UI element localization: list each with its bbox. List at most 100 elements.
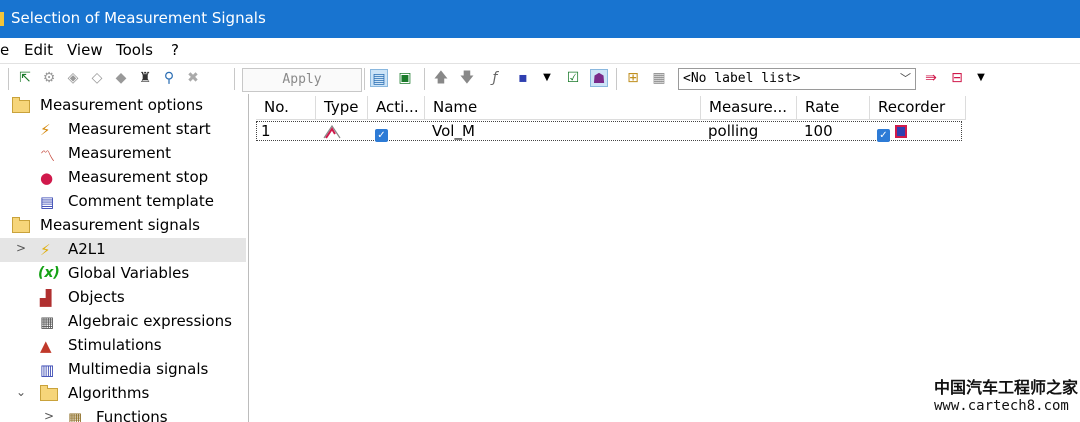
delete-icon[interactable]: ✖: [184, 69, 202, 87]
save-icon[interactable]: ▪: [514, 69, 532, 87]
search-icon[interactable]: ⚲: [160, 69, 178, 87]
percent-view-icon[interactable]: ▣: [396, 69, 414, 87]
title-bar: Selection of Measurement Signals: [0, 0, 1080, 38]
tree-item-stimulations[interactable]: ▲ Stimulations: [0, 334, 246, 358]
measurement-icon: 〽: [40, 147, 56, 165]
tree-item-label: A2L1: [68, 240, 106, 258]
column-header-type[interactable]: Type: [316, 96, 368, 120]
tree-item-label: Measurement options: [40, 96, 203, 114]
signal-type-icon: [323, 123, 341, 143]
expand-chevron-right-icon[interactable]: >: [14, 241, 28, 255]
edit-signal-icon[interactable]: ⚙: [40, 69, 58, 87]
tree-item-measurement-start[interactable]: ⚡ Measurement start: [0, 118, 246, 142]
toolbar-separator: [234, 68, 235, 90]
column-header-recorder[interactable]: Recorder: [870, 96, 966, 120]
tree-item-algebraic-expressions[interactable]: ▦ Algebraic expressions: [0, 310, 246, 334]
active-checkbox[interactable]: ✓: [375, 124, 388, 142]
tree-item-label: Algebraic expressions: [68, 312, 232, 330]
toolbar-separator: [616, 68, 617, 90]
folder-icon: [12, 97, 30, 115]
tree-item-label: Functions: [96, 408, 168, 422]
tree-item-label: Measurement signals: [40, 216, 200, 234]
tree-item-measurement-signals[interactable]: Measurement signals: [0, 214, 246, 238]
add-signal-icon[interactable]: ⇱: [16, 69, 34, 87]
toolbar-separator: [8, 68, 9, 90]
stimulations-icon: ▲: [40, 337, 52, 355]
chevron-down-icon: ﹀: [900, 72, 911, 85]
menu-view[interactable]: View: [67, 41, 103, 59]
watermark-url: www.cartech8.com: [934, 398, 1069, 414]
column-header-name[interactable]: Name: [425, 96, 701, 120]
app-icon: [0, 12, 4, 26]
paste-signal-icon[interactable]: ◆: [112, 69, 130, 87]
label-list-add-icon[interactable]: ⊞: [624, 69, 642, 87]
column-header-no[interactable]: No.: [256, 96, 316, 120]
tree-item-label: Objects: [68, 288, 125, 306]
global-variables-icon: (x): [38, 265, 60, 281]
tree-item-objects[interactable]: ▟ Objects: [0, 286, 246, 310]
signal-name: Vol_M: [432, 122, 475, 140]
menu-bar: e Edit View Tools ?: [0, 39, 1080, 63]
move-up-arrow-icon[interactable]: 🡅: [432, 69, 450, 87]
a2l-icon: ⚡: [40, 241, 51, 259]
collapse-chevron-down-icon[interactable]: ⌄: [14, 385, 28, 399]
measurement-start-icon: ⚡: [40, 121, 51, 139]
tree-item-comment-template[interactable]: ▤ Comment template: [0, 190, 246, 214]
tree-view-toggle-icon[interactable]: ▤: [370, 69, 388, 87]
tree-item-multimedia-signals[interactable]: ▥ Multimedia signals: [0, 358, 246, 382]
window-title: Selection of Measurement Signals: [11, 9, 266, 27]
tree-item-algorithms[interactable]: ⌄ Algorithms: [0, 382, 246, 406]
tree-item-measurement-stop[interactable]: ● Measurement stop: [0, 166, 246, 190]
tree-item-measurement[interactable]: 〽 Measurement: [0, 142, 246, 166]
signal-tree: Measurement options ⚡ Measurement start …: [0, 94, 249, 422]
functions-icon: ▦: [68, 409, 83, 422]
export-icon[interactable]: ⇛: [922, 69, 940, 87]
move-signal-icon[interactable]: ◈: [64, 69, 82, 87]
label-list-value: <No label list>: [683, 71, 801, 86]
record-config-icon[interactable]: ⊟: [948, 69, 966, 87]
tree-item-label: Measurement start: [68, 120, 211, 138]
recorder-save-icon[interactable]: [895, 124, 907, 142]
menu-file[interactable]: e: [0, 41, 9, 59]
user-filter-icon[interactable]: ☗: [590, 69, 608, 87]
function-icon[interactable]: ƒ: [486, 69, 504, 87]
measure-mode: polling: [708, 122, 759, 140]
rate-value: 100: [804, 122, 833, 140]
checkmark-icon: ✓: [877, 129, 890, 142]
tree-item-global-variables[interactable]: (x) Global Variables: [0, 262, 246, 286]
label-list-select[interactable]: <No label list> ﹀: [678, 68, 916, 90]
label-list-edit-icon[interactable]: ▦: [650, 69, 668, 87]
watermark-title: 中国汽车工程师之家: [934, 378, 1079, 397]
save-dropdown-chevron-icon[interactable]: ▼: [538, 69, 556, 87]
table-row[interactable]: 1 ✓ Vol_M polling 100 ✓: [256, 121, 962, 143]
tree-item-label: Algorithms: [68, 384, 150, 402]
toolbar: ⇱ ⚙ ◈ ◇ ◆ ♜ ⚲ ✖ Apply ▤ ▣ 🡅 🡇 ƒ ▪ ▼ ☑ ☗ …: [0, 63, 1080, 94]
toolbar-separator: [364, 68, 365, 90]
expand-chevron-right-icon[interactable]: >: [42, 409, 56, 422]
tree-item-measurement-options[interactable]: Measurement options: [0, 94, 246, 118]
column-header-measure[interactable]: Measure...: [701, 96, 797, 120]
apply-button[interactable]: Apply: [242, 68, 362, 92]
menu-edit[interactable]: Edit: [24, 41, 53, 59]
objects-icon: ▟: [40, 289, 52, 307]
tree-item-label: Measurement stop: [68, 168, 209, 186]
menu-help[interactable]: ?: [171, 41, 179, 59]
column-header-active[interactable]: Acti...: [368, 96, 425, 120]
checkbox-select-icon[interactable]: ☑: [564, 69, 582, 87]
tree-item-label: Global Variables: [68, 264, 190, 282]
copy-signal-icon[interactable]: ◇: [88, 69, 106, 87]
recorder-checkbox[interactable]: ✓: [877, 124, 890, 142]
tree-item-label: Stimulations: [68, 336, 162, 354]
move-down-arrow-icon[interactable]: 🡇: [458, 69, 476, 87]
row-no: 1: [261, 122, 271, 140]
record-dropdown-chevron-icon[interactable]: ▼: [972, 69, 990, 87]
find-binoculars-icon[interactable]: ♜: [136, 69, 154, 87]
tree-item-label: Multimedia signals: [68, 360, 209, 378]
tree-item-label: Comment template: [68, 192, 214, 210]
tree-item-a2l1[interactable]: > ⚡ A2L1: [0, 238, 246, 262]
folder-icon: [40, 385, 58, 403]
column-header-rate[interactable]: Rate: [797, 96, 870, 120]
tree-item-functions[interactable]: > ▦ Functions: [0, 406, 246, 422]
measurement-stop-icon: ●: [40, 169, 54, 187]
menu-tools[interactable]: Tools: [116, 41, 153, 59]
